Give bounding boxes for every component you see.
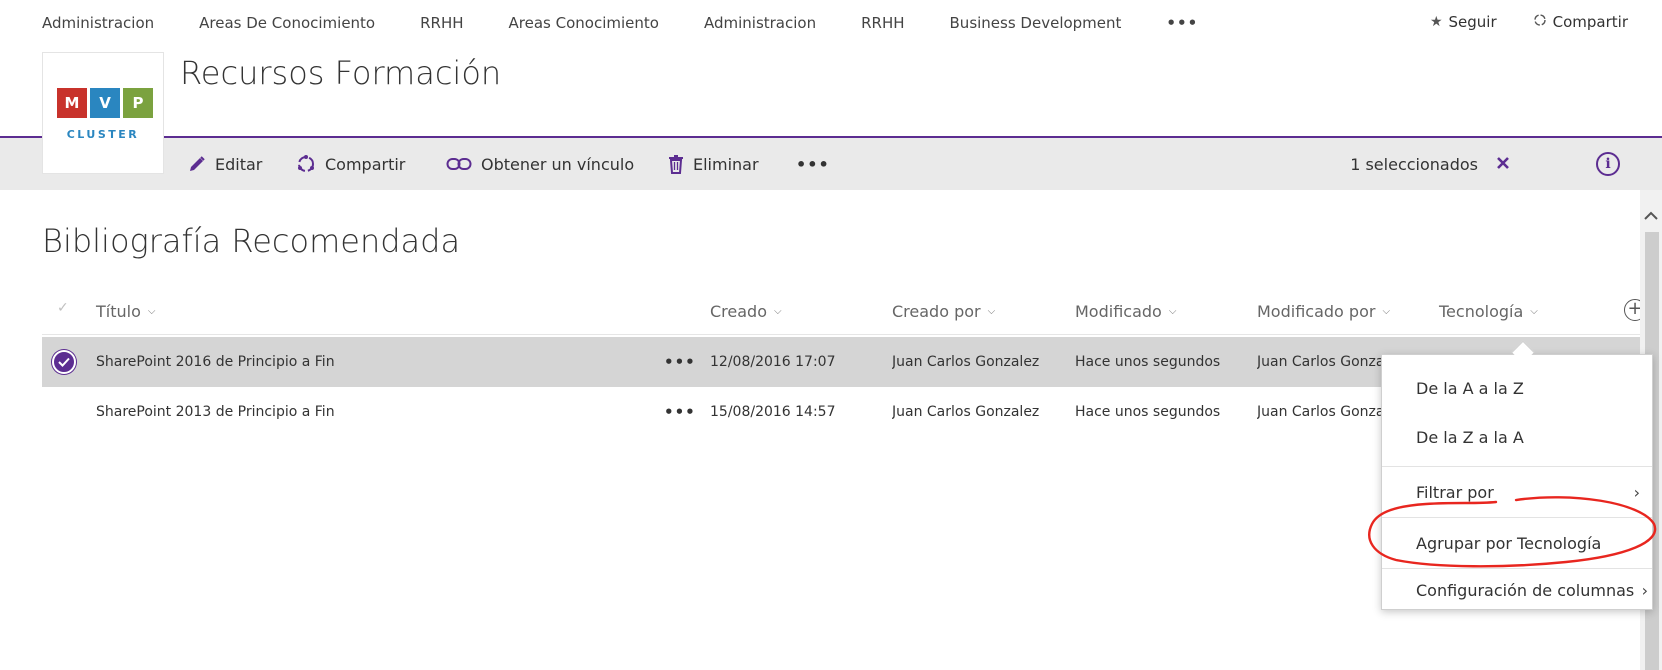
get-link-label: Obtener un vínculo [481,154,635,174]
column-header-label: Modificado [1075,301,1162,321]
chevron-down-icon: ⌵ [774,305,782,317]
chevron-right-icon: › [1633,482,1640,502]
column-header-creado[interactable]: Creado ⌵ [710,296,782,326]
nav-item-rrhh[interactable]: RRHH [420,14,463,32]
nav-item-administracion[interactable]: Administracion [42,14,154,32]
get-link-button[interactable]: Obtener un vínculo [446,138,634,190]
share-icon [296,154,316,174]
chevron-down-icon: ⌵ [1530,305,1538,317]
star-icon: ★ [1429,14,1443,30]
nav-item-areas-de-conocimiento[interactable]: Areas De Conocimiento [199,14,375,32]
logo-letter-m: M [57,88,87,118]
column-header-titulo[interactable]: Título ⌵ [96,296,155,326]
cell-modified-by: Juan Carlos Gonzalez [1257,404,1381,420]
cell-created-by: Juan Carlos Gonzalez [892,404,1040,420]
chevron-down-icon: ⌵ [1168,305,1177,317]
delete-label: Eliminar [693,154,759,174]
cell-modified: Hace unos segundos [1075,404,1221,420]
share-site-button[interactable]: Compartir [1533,13,1628,31]
share-label: Compartir [325,154,406,174]
share-button[interactable]: Compartir [296,138,405,190]
list-title: Bibliografía Recomendada [42,222,461,260]
menu-item-label: De la Z a la A [1416,427,1524,447]
column-header-modificado-por[interactable]: Modificado por ⌵ [1257,296,1390,326]
follow-button[interactable]: ★ Seguir [1430,13,1497,31]
column-options-menu: De la A a la Z De la Z a la A Filtrar po… [1381,354,1653,610]
chevron-down-icon: ⌵ [147,305,156,317]
top-actions: ★ Seguir Compartir [1394,10,1628,34]
logo-letter-boxes: M V P [57,88,156,118]
share-site-label: Compartir [1552,13,1628,31]
nav-item-areas-conocimiento[interactable]: Areas Conocimiento [509,14,659,32]
cell-created: 15/08/2016 14:57 [710,404,836,420]
cell-title[interactable]: SharePoint 2016 de Principio a Fin [96,337,616,387]
close-icon [1496,155,1510,174]
menu-item-column-settings[interactable]: Configuración de columnas › [1382,569,1652,611]
link-icon [446,157,472,171]
column-header-label: Creado por [892,301,981,321]
column-header-modificado[interactable]: Modificado ⌵ [1075,296,1176,326]
column-header-creado-por[interactable]: Creado por ⌵ [892,296,995,326]
chevron-right-icon: › [1641,580,1648,600]
edit-button[interactable]: Editar [188,138,262,190]
menu-item-group-by-tecnologia[interactable]: Agrupar por Tecnología [1382,518,1652,568]
cell-created-by: Juan Carlos Gonzalez [892,354,1040,370]
cell-title[interactable]: SharePoint 2013 de Principio a Fin [96,387,616,437]
follow-label: Seguir [1448,13,1497,31]
row-more-button[interactable]: ••• [664,337,696,387]
top-navigation: Administracion Areas De Conocimiento RRH… [42,10,1198,36]
menu-item-label: Filtrar por [1416,482,1494,502]
menu-item-sort-a-z[interactable]: De la A a la Z [1382,363,1652,413]
info-icon[interactable]: i [1596,152,1620,176]
menu-item-filter-by[interactable]: Filtrar por › [1382,467,1652,517]
nav-item-business-development[interactable]: Business Development [950,14,1122,32]
site-title[interactable]: Recursos Formación [180,54,501,92]
menu-item-sort-z-a[interactable]: De la Z a la A [1382,412,1652,462]
row-more-button[interactable]: ••• [664,387,696,437]
command-more-button[interactable]: ••• [796,138,830,190]
menu-item-label: Configuración de columnas [1416,580,1635,600]
column-header-label: Creado [710,301,767,321]
logo-text: CLUSTER [66,128,140,141]
cell-modified-by: Juan Carlos Gonzalez [1257,354,1381,370]
column-header-label: Tecnología [1439,301,1524,321]
logo-letter-v: V [90,88,120,118]
command-bar: Editar Compartir Obtener un vínculo Elim… [0,138,1662,190]
delete-button[interactable]: Eliminar [668,138,759,190]
edit-label: Editar [215,154,263,174]
pencil-icon [188,155,206,173]
logo-letter-p: P [123,88,153,118]
menu-item-label: Agrupar por Tecnología [1416,533,1602,553]
column-header-label: Modificado por [1257,301,1376,321]
header-separator [42,334,1640,335]
clear-selection-button[interactable] [1496,138,1510,190]
cell-created: 12/08/2016 17:07 [710,354,836,370]
nav-more-button[interactable]: ••• [1166,14,1198,32]
select-all-checkmark-icon[interactable]: ✓ [57,300,69,316]
cell-modified: Hace unos segundos [1075,354,1221,370]
scroll-up-chevron-icon[interactable] [1644,206,1658,225]
nav-item-administracion-2[interactable]: Administracion [704,14,816,32]
selected-count: 1 seleccionados [1350,154,1478,174]
site-logo[interactable]: M V P CLUSTER [42,52,164,174]
trash-icon [668,154,684,174]
column-header-label: Título [96,301,141,321]
nav-item-rrhh-2[interactable]: RRHH [861,14,904,32]
chevron-down-icon: ⌵ [1382,305,1391,317]
column-header-tecnologia[interactable]: Tecnología ⌵ [1439,296,1538,326]
row-selected-checkmark-icon[interactable] [52,350,76,374]
menu-item-label: De la A a la Z [1416,378,1524,398]
share-icon [1533,13,1547,31]
chevron-down-icon: ⌵ [987,305,996,317]
